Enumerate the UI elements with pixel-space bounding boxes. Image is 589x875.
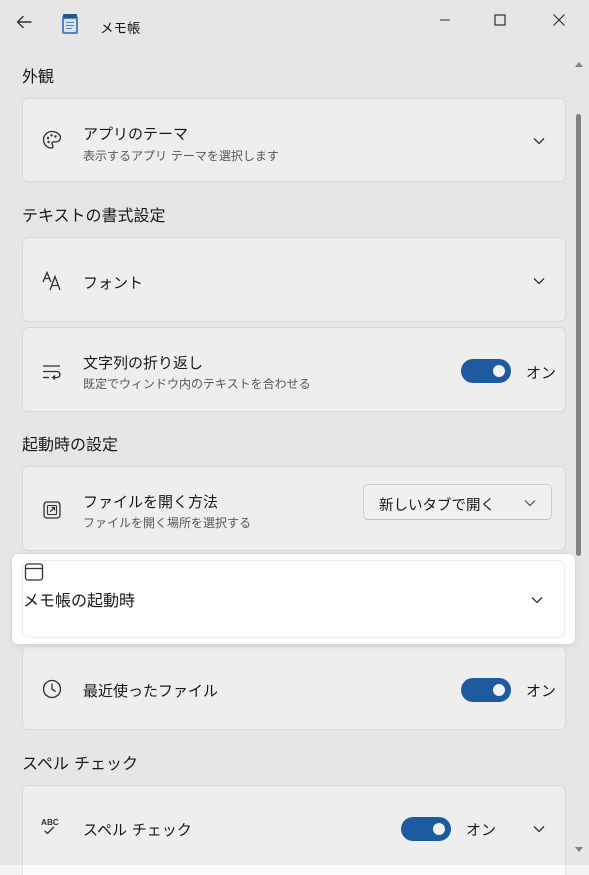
minimize-button[interactable]	[420, 0, 470, 40]
title-bar: メモ帳	[0, 0, 589, 44]
setting-description: 既定でウィンドウ内のテキストを合わせる	[83, 377, 311, 391]
section-title-text-format: テキストの書式設定	[22, 206, 166, 225]
maximize-button[interactable]	[475, 0, 525, 40]
setting-title: スペル チェック	[83, 821, 192, 839]
setting-card-startup[interactable]: メモ帳の起動時	[22, 560, 565, 638]
minimize-icon	[440, 19, 450, 21]
font-icon	[41, 270, 63, 292]
chevron-down-icon[interactable]	[531, 133, 547, 149]
setting-card-open-method: ファイルを開く方法 ファイルを開く場所を選択する 新しいタブで開く	[22, 466, 566, 551]
dropdown-value: 新しいタブで開く	[379, 498, 495, 514]
toggle-state-label: オン	[466, 821, 497, 839]
setting-title: 文字列の折り返し	[83, 354, 204, 372]
setting-card-word-wrap: 文字列の折り返し 既定でウィンドウ内のテキストを合わせる オン	[22, 327, 566, 412]
setting-card-spellcheck[interactable]: ABC スペル チェック オン	[22, 785, 566, 875]
notepad-icon	[60, 13, 80, 35]
setting-card-font[interactable]: フォント	[22, 237, 566, 322]
setting-card-recent-files: 最近使ったファイル オン	[22, 646, 566, 730]
toggle-state-label: オン	[526, 682, 557, 700]
chevron-down-icon	[522, 495, 538, 511]
chevron-down-icon[interactable]	[531, 273, 547, 289]
window-title: メモ帳	[100, 21, 141, 37]
maximize-icon	[494, 14, 506, 26]
setting-title: ファイルを開く方法	[83, 493, 219, 511]
scrollbar[interactable]	[572, 48, 586, 865]
svg-text:ABC: ABC	[41, 818, 59, 827]
setting-title: 最近使ったファイル	[83, 682, 219, 700]
spellcheck-toggle[interactable]	[401, 817, 451, 841]
setting-card-theme[interactable]: アプリのテーマ 表示するアプリ テーマを選択します	[22, 98, 566, 182]
setting-description: 表示するアプリ テーマを選択します	[83, 149, 279, 163]
recent-files-toggle[interactable]	[461, 678, 511, 702]
spellcheck-icon: ABC	[41, 816, 63, 838]
clock-icon	[41, 678, 63, 700]
setting-title: フォント	[83, 274, 144, 292]
close-button[interactable]	[534, 0, 584, 40]
chevron-down-icon[interactable]	[529, 592, 545, 608]
section-title-spellcheck: スペル チェック	[22, 754, 138, 773]
section-title-appearance: 外観	[22, 67, 55, 86]
setting-title: メモ帳の起動時	[23, 591, 136, 610]
section-title-startup: 起動時の設定	[22, 435, 119, 454]
setting-description: ファイルを開く場所を選択する	[83, 516, 252, 530]
back-arrow-icon	[16, 15, 32, 29]
window-icon	[23, 561, 564, 587]
open-method-dropdown[interactable]: 新しいタブで開く	[363, 484, 552, 520]
palette-icon	[41, 129, 63, 151]
open-external-icon	[41, 499, 63, 521]
back-button[interactable]	[10, 9, 38, 35]
highlighted-setting: メモ帳の起動時	[12, 554, 575, 644]
chevron-down-icon[interactable]	[531, 821, 547, 837]
close-icon	[553, 14, 565, 26]
setting-title: アプリのテーマ	[83, 125, 189, 143]
word-wrap-toggle[interactable]	[461, 359, 511, 383]
toggle-state-label: オン	[526, 364, 557, 382]
word-wrap-icon	[41, 361, 63, 383]
